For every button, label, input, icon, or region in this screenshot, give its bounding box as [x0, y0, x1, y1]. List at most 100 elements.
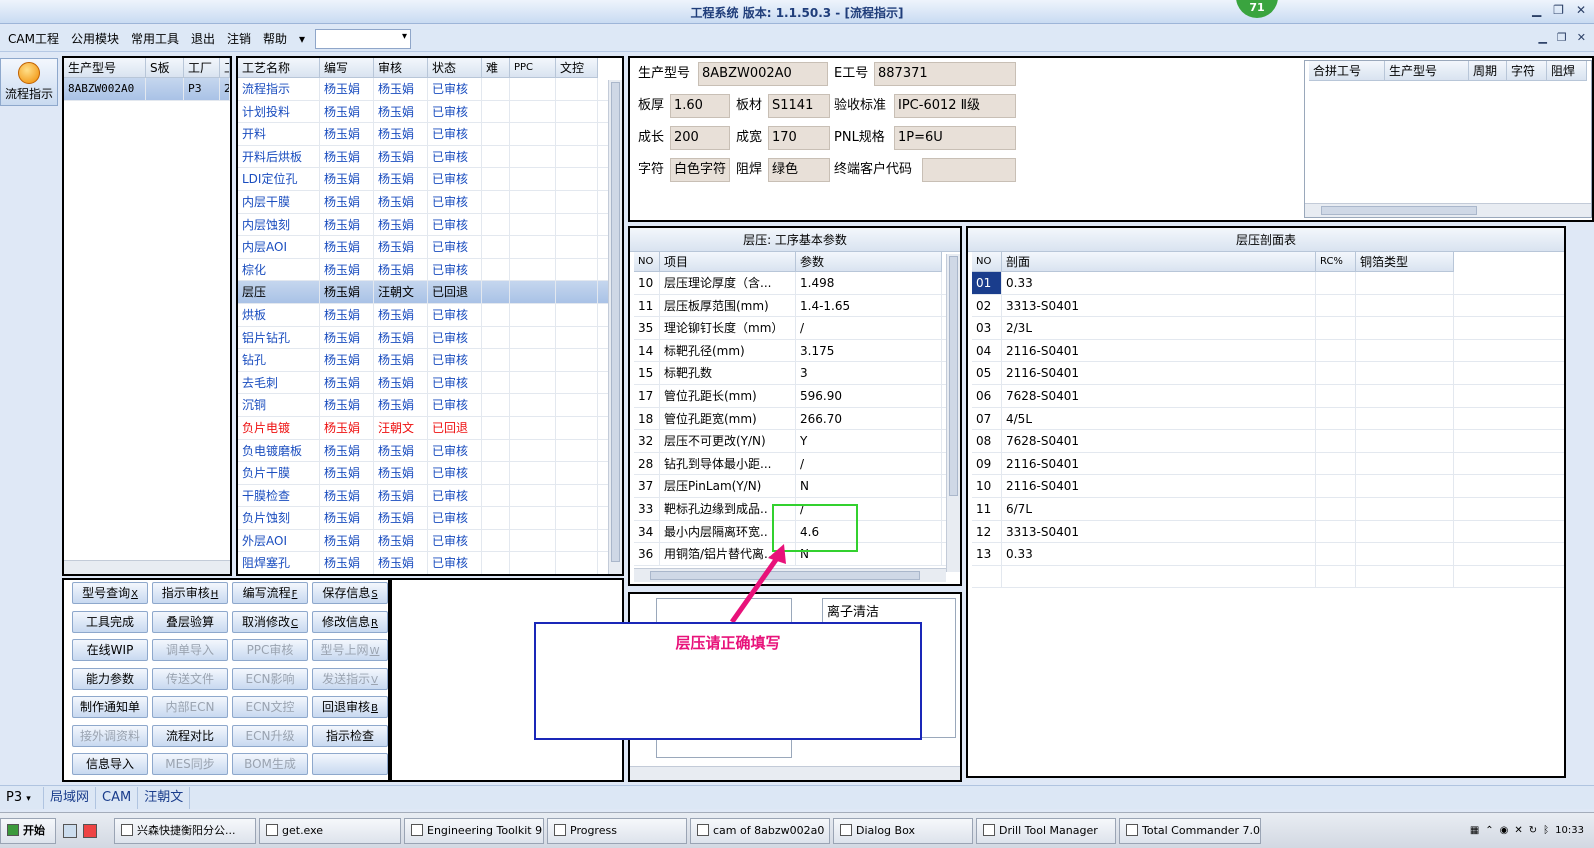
- menu-more-icon[interactable]: ▾: [293, 32, 311, 46]
- model-row[interactable]: 8ABZW002A0 P3 2: [64, 78, 230, 101]
- process-row[interactable]: 负片干膜 杨玉娟 杨玉娟 已审核: [238, 462, 622, 485]
- desktop-icon[interactable]: [63, 823, 77, 838]
- tray-sync-icon[interactable]: ↻: [1529, 825, 1537, 836]
- menu-cam-project[interactable]: CAM工程: [2, 30, 65, 47]
- process-row[interactable]: 内层AOI 杨玉娟 杨玉娟 已审核: [238, 236, 622, 259]
- stack-row[interactable]: 07 4/5L: [972, 407, 1564, 431]
- menu-common-tools[interactable]: 常用工具: [125, 30, 185, 47]
- col-params-no[interactable]: NO: [634, 252, 660, 272]
- action-button[interactable]: [312, 753, 388, 775]
- action-button[interactable]: 取消修改C: [232, 610, 308, 633]
- mdi-close-icon[interactable]: ✕: [1577, 31, 1586, 44]
- process-row[interactable]: 沉铜 杨玉娟 杨玉娟 已审核: [238, 394, 622, 417]
- stack-row[interactable]: 01 0.33: [972, 272, 1564, 295]
- col-extra[interactable]: 工: [220, 58, 230, 78]
- action-button[interactable]: 能力参数: [72, 667, 148, 690]
- menu-help[interactable]: 帮助: [257, 30, 293, 47]
- col-merge-cycle[interactable]: 周期: [1469, 61, 1507, 81]
- taskbar-item[interactable]: Dialog Box: [833, 817, 973, 844]
- process-row[interactable]: 计划投料 杨玉娟 杨玉娟 已审核: [238, 100, 622, 124]
- process-row[interactable]: 铝片钻孔 杨玉娟 杨玉娟 已审核: [238, 326, 622, 350]
- material-field[interactable]: S1141: [768, 94, 830, 118]
- action-button[interactable]: 流程对比: [152, 724, 228, 747]
- stack-row[interactable]: 06 7628-S0401: [972, 384, 1564, 408]
- taskbar-item[interactable]: Total Commander 7.0 ...: [1119, 817, 1261, 844]
- model-field[interactable]: 8ABZW002A0: [698, 62, 828, 86]
- action-button[interactable]: 信息导入: [72, 753, 148, 775]
- tray-tool-icon[interactable]: ✕: [1514, 825, 1522, 836]
- action-button[interactable]: MES同步: [152, 753, 228, 775]
- param-row[interactable]: 15 标靶孔数 3: [634, 362, 960, 385]
- params-vscroll[interactable]: [946, 254, 960, 572]
- action-button[interactable]: 在线WIP: [72, 639, 148, 661]
- process-row[interactable]: LDI定位孔 杨玉娟 杨玉娟 已审核: [238, 168, 622, 191]
- process-row[interactable]: 流程指示 杨玉娟 杨玉娟 已审核: [238, 78, 622, 101]
- process-row[interactable]: 烘板 杨玉娟 杨玉娟 已审核: [238, 303, 622, 327]
- action-button[interactable]: 调单导入: [152, 639, 228, 661]
- param-row[interactable]: 10 层压理论厚度（含... 1.498: [634, 272, 960, 295]
- stack-row[interactable]: 09 2116-S0401: [972, 452, 1564, 476]
- action-button[interactable]: PPC审核: [232, 639, 308, 661]
- action-button[interactable]: 内部ECN: [152, 696, 228, 718]
- action-button[interactable]: 接外调资料: [72, 724, 148, 747]
- pnl-field[interactable]: 1P=6U: [894, 126, 1016, 150]
- stack-row[interactable]: 04 2116-S0401: [972, 339, 1564, 363]
- taskbar-item[interactable]: get.exe: [259, 817, 401, 844]
- col-status[interactable]: 状态: [428, 58, 482, 78]
- process-row[interactable]: 干膜检查 杨玉娟 杨玉娟 已审核: [238, 484, 622, 508]
- restore-icon[interactable]: ❐: [1553, 3, 1564, 17]
- app-icon[interactable]: [83, 823, 97, 838]
- action-button[interactable]: ECN文控: [232, 696, 308, 718]
- param-row[interactable]: 18 管位孔距宽(mm) 266.70: [634, 407, 960, 431]
- col-stack-copper[interactable]: 铜箔类型: [1356, 252, 1454, 272]
- process-row[interactable]: 棕化 杨玉娟 杨玉娟 已审核: [238, 258, 622, 282]
- stack-row[interactable]: 12 3313-S0401: [972, 520, 1564, 544]
- flow-indicator-tool[interactable]: 流程指示: [0, 58, 58, 106]
- e-no-field[interactable]: 887371: [874, 62, 1016, 86]
- process-row[interactable]: 去毛刺 杨玉娟 杨玉娟 已审核: [238, 371, 622, 395]
- param-row[interactable]: 11 层压板厚范围(mm) 1.4-1.65: [634, 294, 960, 318]
- model-list-hscroll[interactable]: [64, 560, 230, 574]
- col-process-name[interactable]: 工艺名称: [238, 58, 320, 78]
- col-merge-no[interactable]: 合拼工号: [1309, 61, 1385, 81]
- process-row[interactable]: 负电镀磨板 杨玉娟 杨玉娟 已审核: [238, 439, 622, 463]
- taskbar-item[interactable]: cam of 8abzw002a0: [690, 817, 830, 844]
- col-merge-char[interactable]: 字符: [1507, 61, 1547, 81]
- col-merge-mask[interactable]: 阻焊: [1547, 61, 1587, 81]
- notes-hscroll[interactable]: [630, 766, 960, 780]
- process-row[interactable]: 内层蚀刻 杨玉娟 杨玉娟 已审核: [238, 213, 622, 237]
- action-button[interactable]: ECN影响: [232, 667, 308, 690]
- tray-expand-icon[interactable]: ⌃: [1485, 825, 1493, 836]
- action-button[interactable]: BOM生成: [232, 753, 308, 775]
- action-button[interactable]: ECN升级: [232, 724, 308, 747]
- standard-field[interactable]: IPC-6012 Ⅱ级: [894, 94, 1016, 118]
- action-button[interactable]: 指示审核H: [152, 582, 228, 604]
- menu-combo[interactable]: [315, 28, 412, 49]
- action-button[interactable]: 编写流程F: [232, 582, 308, 604]
- close-icon[interactable]: ✕: [1576, 3, 1586, 17]
- factory-dropdown-icon[interactable]: ▾: [26, 794, 31, 804]
- stack-row[interactable]: 11 6/7L: [972, 497, 1564, 521]
- stack-row[interactable]: 05 2116-S0401: [972, 362, 1564, 385]
- menu-logout[interactable]: 注销: [221, 30, 257, 47]
- col-reviewer[interactable]: 审核: [374, 58, 428, 78]
- tray-shield-icon[interactable]: ◉: [1500, 825, 1509, 836]
- process-row[interactable]: 开料 杨玉娟 杨玉娟 已审核: [238, 123, 622, 146]
- action-button[interactable]: 型号查询X: [72, 582, 148, 604]
- param-row[interactable]: 35 理论铆钉长度（mm） /: [634, 317, 960, 340]
- action-button[interactable]: 回退审核B: [312, 696, 388, 718]
- mdi-restore-icon[interactable]: ❐: [1557, 31, 1567, 44]
- width-field[interactable]: 170: [768, 126, 830, 150]
- merge-grid-hscroll[interactable]: [1305, 203, 1591, 217]
- col-ppc[interactable]: PPC: [510, 58, 556, 78]
- action-button[interactable]: 叠层验算: [152, 610, 228, 633]
- action-button[interactable]: 发送指示V: [312, 667, 388, 690]
- param-row[interactable]: 17 管位孔距长(mm) 596.90: [634, 384, 960, 408]
- mask-field[interactable]: 绿色: [768, 158, 830, 182]
- col-params-item[interactable]: 项目: [660, 252, 796, 272]
- taskbar-item[interactable]: Progress: [547, 817, 687, 844]
- action-button[interactable]: 传送文件: [152, 667, 228, 690]
- col-params-value[interactable]: 参数: [796, 252, 942, 272]
- stack-row[interactable]: 08 7628-S0401: [972, 430, 1564, 453]
- process-row[interactable]: 开料后烘板 杨玉娟 杨玉娟 已审核: [238, 145, 622, 169]
